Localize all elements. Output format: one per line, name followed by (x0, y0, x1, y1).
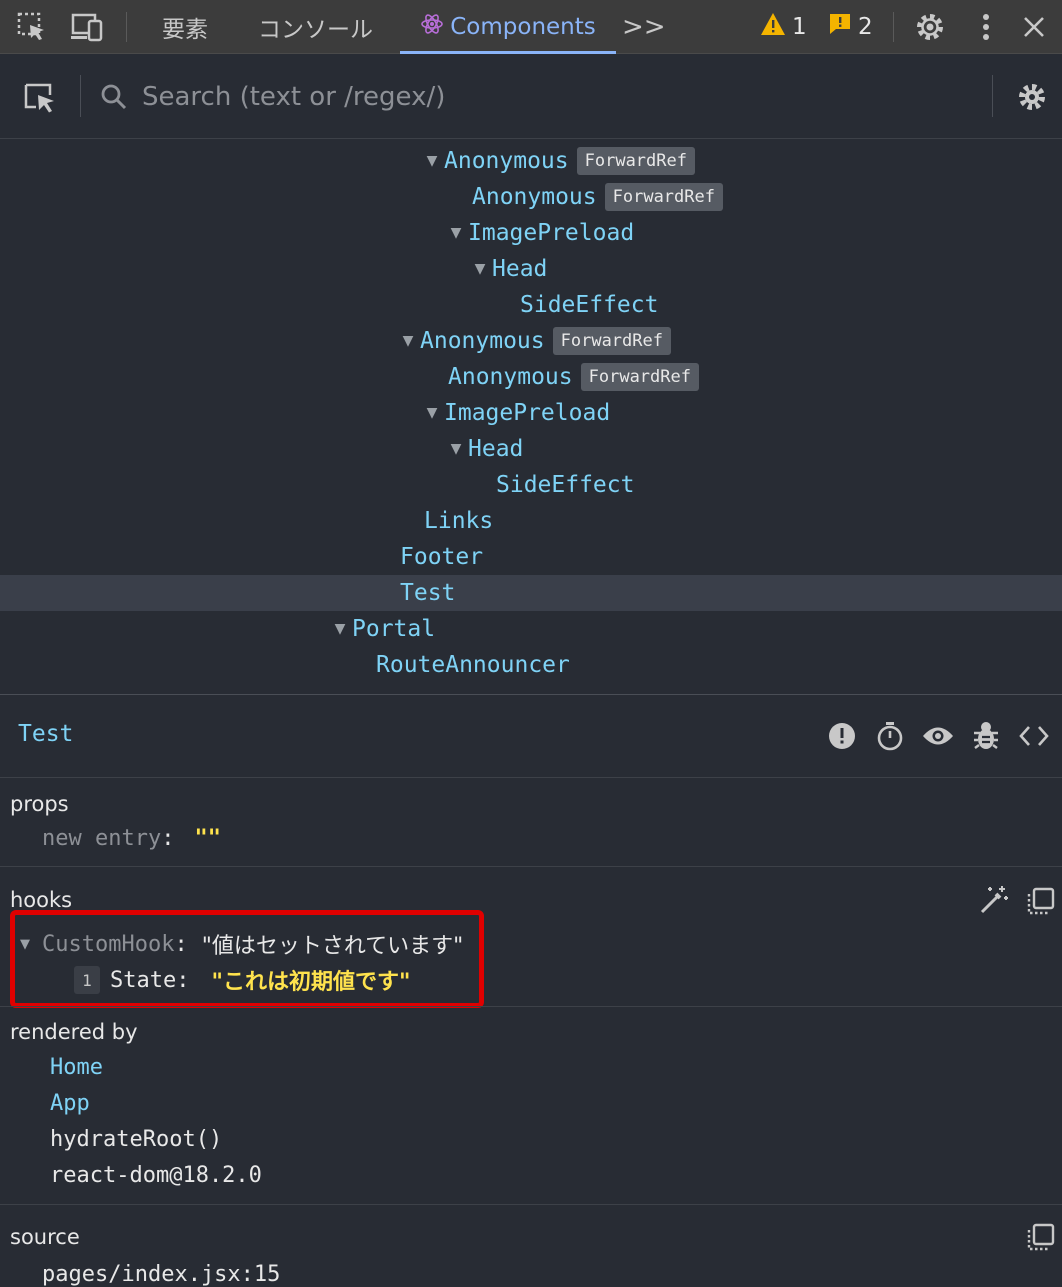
section-divider (0, 866, 1062, 867)
rendered-by-section-label: rendered by (10, 1020, 138, 1044)
component-name: RouteAnnouncer (376, 652, 570, 678)
tab-elements[interactable]: 要素 (162, 0, 208, 54)
source-file-location[interactable]: pages/index.jsx:15 (42, 1262, 280, 1287)
tab-console[interactable]: コンソール (258, 0, 373, 54)
component-name: Test (400, 580, 456, 606)
copy-hooks-icon[interactable] (1026, 886, 1056, 920)
view-source-icon[interactable] (1017, 719, 1051, 753)
more-tabs-label: >> (622, 12, 666, 42)
component-name: Head (492, 256, 548, 282)
select-element-icon[interactable] (14, 10, 50, 44)
inspect-component-icon[interactable] (22, 79, 60, 115)
close-icon[interactable] (1016, 10, 1052, 44)
tab-elements-label: 要素 (162, 17, 208, 43)
search-separator-right (992, 75, 993, 117)
component-name: Portal (352, 616, 436, 642)
section-divider (0, 1006, 1062, 1007)
rendered-by-react-dom: react-dom@18.2.0 (50, 1163, 262, 1188)
tree-row-selected[interactable]: Test (0, 575, 1062, 611)
tree-row[interactable]: ▼ Portal (0, 611, 1062, 647)
rendered-by-app-link[interactable]: App (50, 1091, 90, 1116)
hooks-section-label: hooks (10, 888, 73, 912)
search-separator (80, 75, 81, 117)
tree-row[interactable]: ▼ Head (0, 431, 1062, 467)
props-entry-value: "" (194, 826, 221, 851)
tree-row[interactable]: SideEffect (0, 467, 1062, 503)
device-toolbar-icon[interactable] (70, 10, 106, 44)
kebab-menu-icon[interactable] (968, 10, 1004, 44)
component-name: Footer (400, 544, 484, 570)
rendered-by-hydrate-root: hydrateRoot() (50, 1127, 223, 1152)
component-name: Anonymous (472, 184, 597, 210)
tree-row[interactable]: Anonymous ForwardRef (0, 179, 1062, 215)
search-input[interactable] (140, 73, 984, 121)
toolbar-separator-2 (893, 12, 894, 42)
active-tab-indicator (400, 51, 616, 54)
devtools-tabbar: 要素 コンソール Components >> 1 2 (0, 0, 1062, 54)
component-name: Anonymous (420, 328, 545, 354)
more-tabs-button[interactable]: >> (622, 0, 666, 54)
expand-triangle-icon[interactable]: ▼ (420, 153, 444, 169)
tree-row[interactable]: ▼ Head (0, 251, 1062, 287)
react-logo-icon (420, 12, 444, 42)
stopwatch-icon[interactable] (873, 719, 907, 753)
tree-row[interactable]: Anonymous ForwardRef (0, 359, 1062, 395)
expand-triangle-icon[interactable]: ▼ (328, 621, 352, 637)
tree-row[interactable]: RouteAnnouncer (0, 647, 1062, 683)
component-tag: ForwardRef (580, 363, 699, 391)
props-entry[interactable]: new entry : "" (42, 826, 221, 851)
tab-console-label: コンソール (258, 17, 373, 43)
component-name: SideEffect (496, 472, 635, 498)
props-section-label: props (10, 792, 69, 816)
search-icon (100, 83, 128, 115)
expand-triangle-icon[interactable]: ▼ (396, 333, 420, 349)
source-section-label: source (10, 1225, 80, 1249)
component-name: Links (424, 508, 494, 534)
toolbar-separator (126, 12, 127, 42)
selected-component-title: Test (18, 721, 74, 747)
component-name: ImagePreload (444, 400, 611, 426)
component-tag: ForwardRef (604, 183, 723, 211)
component-name: SideEffect (520, 292, 659, 318)
tab-components-label: Components (450, 14, 596, 40)
devtools-settings-gear-icon[interactable] (912, 10, 948, 44)
bug-icon[interactable] (969, 719, 1003, 753)
component-name: Anonymous (448, 364, 573, 390)
copy-source-icon[interactable] (1026, 1222, 1056, 1256)
expand-triangle-icon[interactable]: ▼ (444, 225, 468, 241)
component-tag: ForwardRef (552, 327, 671, 355)
tree-row[interactable]: ▼ Anonymous ForwardRef (0, 323, 1062, 359)
component-search-bar (0, 55, 1062, 139)
issue-icon (828, 12, 852, 42)
expand-triangle-icon[interactable]: ▼ (420, 405, 444, 421)
tree-row[interactable]: ▼ ImagePreload (0, 215, 1062, 251)
tree-row[interactable]: ▼ ImagePreload (0, 395, 1062, 431)
component-name: Anonymous (444, 148, 569, 174)
component-name: ImagePreload (468, 220, 635, 246)
tree-row[interactable]: Links (0, 503, 1062, 539)
issues-badge[interactable]: 2 (828, 12, 873, 42)
inspector-header: Test (0, 694, 1062, 778)
issues-count: 2 (858, 14, 873, 40)
component-tree: ▼ Anonymous ForwardRef Anonymous Forward… (0, 142, 1062, 692)
eye-icon[interactable] (921, 719, 955, 753)
warning-icon (760, 12, 786, 42)
section-divider (0, 1204, 1062, 1205)
expand-triangle-icon[interactable]: ▼ (468, 261, 492, 277)
rendered-by-home-link[interactable]: Home (50, 1055, 103, 1080)
component-name: Head (468, 436, 524, 462)
warnings-count: 1 (792, 14, 807, 40)
error-suspend-icon[interactable] (825, 719, 859, 753)
red-highlight-box (10, 910, 484, 1008)
parse-hook-names-wand-icon[interactable] (978, 884, 1010, 920)
warnings-badge[interactable]: 1 (760, 12, 807, 42)
component-tag: ForwardRef (576, 147, 695, 175)
component-settings-gear-icon[interactable] (1016, 81, 1048, 117)
props-entry-key: new entry (42, 826, 162, 851)
tree-row[interactable]: ▼ Anonymous ForwardRef (0, 143, 1062, 179)
tab-components[interactable]: Components (400, 0, 616, 54)
tree-row[interactable]: SideEffect (0, 287, 1062, 323)
tree-row[interactable]: Footer (0, 539, 1062, 575)
expand-triangle-icon[interactable]: ▼ (444, 441, 468, 457)
